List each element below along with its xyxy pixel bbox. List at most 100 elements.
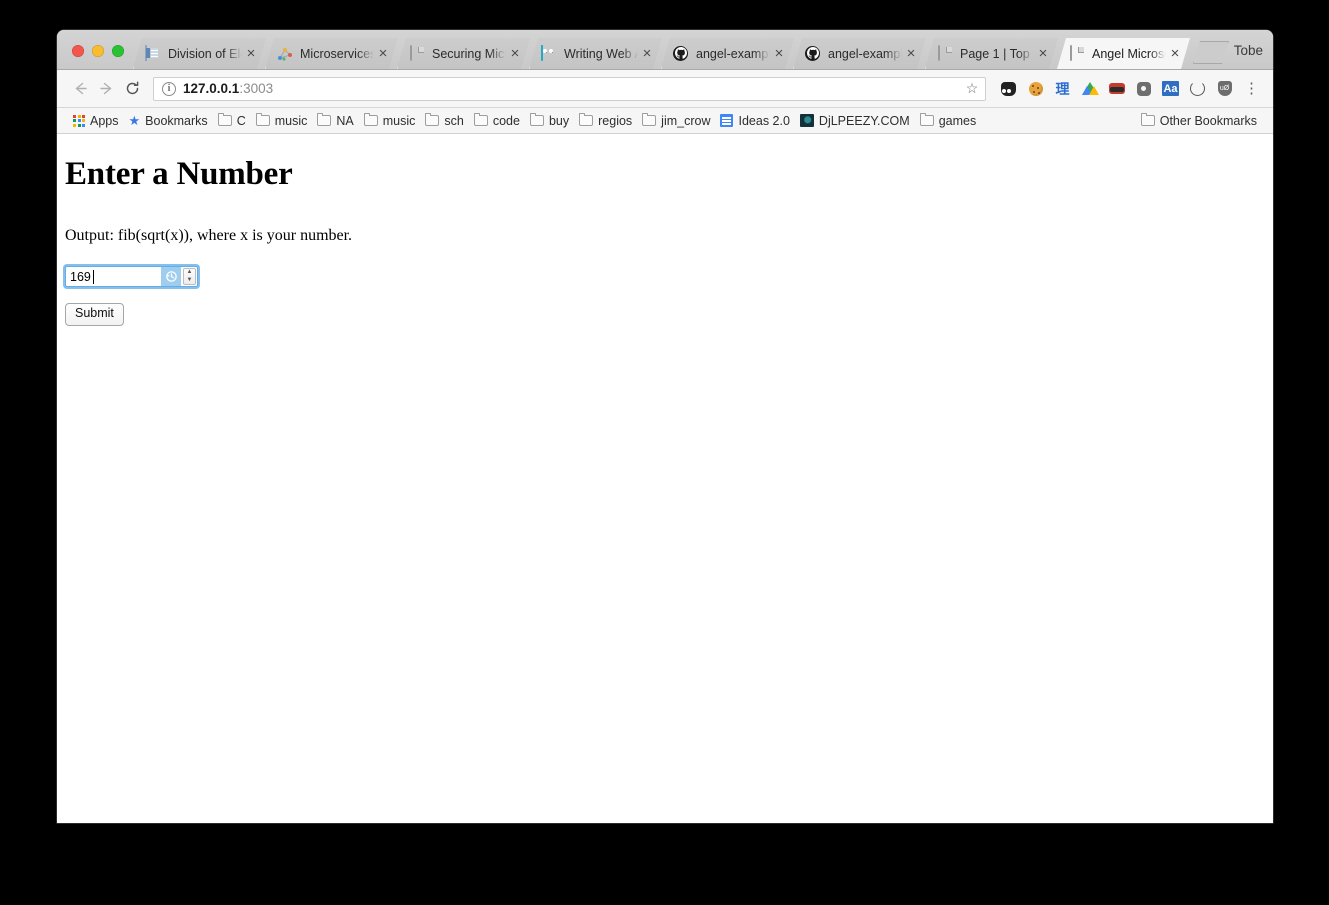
tab-title: Angel Microse <box>1092 46 1166 61</box>
tab-close-icon[interactable]: × <box>1168 46 1182 61</box>
browser-tab[interactable]: Securing Micr × <box>397 38 530 69</box>
folder-icon <box>1140 113 1155 126</box>
tab-title: Writing Web A <box>564 46 638 61</box>
submit-button[interactable]: Submit <box>65 303 124 326</box>
bookmark-folder-code[interactable]: code <box>470 112 526 130</box>
folder-icon <box>363 113 378 126</box>
autofill-history-icon[interactable] <box>161 267 181 286</box>
browser-menu-icon[interactable]: ⋮ <box>1238 76 1265 102</box>
bookmark-folder-c[interactable]: C <box>214 112 252 130</box>
tab-title: Division of Ele <box>168 46 242 61</box>
minimize-window-button[interactable] <box>92 45 104 57</box>
masked-extension-icon[interactable] <box>1103 76 1130 102</box>
tab-close-icon[interactable]: × <box>376 46 390 61</box>
bookmark-label: Other Bookmarks <box>1159 113 1257 128</box>
bookmark-ideas[interactable]: Ideas 2.0 <box>716 112 795 130</box>
number-spinner[interactable]: ▲ ▼ <box>183 268 196 285</box>
gear-extension-icon[interactable] <box>1130 76 1157 102</box>
bookmark-folder-buy[interactable]: buy <box>526 112 575 130</box>
tab-title: Securing Micr <box>432 46 506 61</box>
chinese-character-extension-icon[interactable]: 理 <box>1049 76 1076 102</box>
tab-close-icon[interactable]: × <box>1036 46 1050 61</box>
maximize-window-button[interactable] <box>112 45 124 57</box>
document-icon <box>1069 46 1085 62</box>
close-window-button[interactable] <box>72 45 84 57</box>
folder-icon <box>529 113 544 126</box>
google-drive-icon[interactable] <box>1076 76 1103 102</box>
browser-tab[interactable]: angel-exampl × <box>661 38 794 69</box>
browser-tab[interactable]: Page 1 | Top D × <box>925 38 1058 69</box>
url-host: 127.0.0.1 <box>183 81 240 96</box>
document-icon <box>409 46 425 62</box>
bookmark-djlpeezy[interactable]: DjLPEEZY.COM <box>796 112 916 130</box>
shield-extension-icon[interactable]: uØ <box>1211 76 1238 102</box>
refresh-circle-extension-icon[interactable] <box>1184 76 1211 102</box>
page-content: Enter a Number Output: fib(sqrt(x)), whe… <box>57 134 1273 823</box>
bookmark-bookmarks[interactable]: ★ Bookmarks <box>125 112 214 130</box>
bookmark-label: buy <box>548 113 570 128</box>
tab-close-icon[interactable]: × <box>904 46 918 61</box>
bookmark-folder-games[interactable]: games <box>916 112 983 130</box>
browser-tab[interactable]: Writing Web A × <box>529 38 662 69</box>
browser-toolbar: i 127.0.0.1:3003 ☆ 理 Aa uØ ⋮ <box>57 70 1273 108</box>
tab-close-icon[interactable]: × <box>244 46 258 61</box>
apps-grid-icon <box>73 114 85 127</box>
folder-icon <box>579 113 594 126</box>
bookmark-label: C <box>236 113 246 128</box>
tab-close-icon[interactable]: × <box>772 46 786 61</box>
graph-icon <box>277 46 293 62</box>
bookmark-label: music <box>274 113 308 128</box>
folder-icon <box>425 113 440 126</box>
bookmark-label: NA <box>336 113 354 128</box>
bookmark-label: Ideas 2.0 <box>738 113 790 128</box>
address-bar-url: 127.0.0.1:3003 <box>183 81 961 96</box>
folder-icon <box>473 113 488 126</box>
tab-close-icon[interactable]: × <box>508 46 522 61</box>
bookmark-label: Bookmarks <box>145 113 208 128</box>
reload-icon[interactable] <box>119 76 145 102</box>
bookmark-folder-sch[interactable]: sch <box>421 112 469 130</box>
number-input-wrapper[interactable]: ▲ ▼ <box>65 266 198 287</box>
bookmark-star-icon[interactable]: ☆ <box>961 80 983 97</box>
tab-title: Page 1 | Top D <box>960 46 1030 61</box>
bookmark-folder-regios[interactable]: regios <box>575 112 638 130</box>
bookmark-folder-jim-crow[interactable]: jim_crow <box>638 112 716 130</box>
browser-tab-active[interactable]: Angel Microse × <box>1057 38 1190 69</box>
face-extension-icon[interactable] <box>995 76 1022 102</box>
bookmark-label: DjLPEEZY.COM <box>818 113 910 128</box>
bookmark-label: code <box>492 113 520 128</box>
page-title: Enter a Number <box>65 156 293 192</box>
bookmark-apps[interactable]: Apps <box>69 112 125 130</box>
folder-icon <box>255 113 270 126</box>
star-icon: ★ <box>128 113 141 128</box>
spinner-down-icon[interactable]: ▼ <box>187 277 193 283</box>
bookmark-folder-music-2[interactable]: music <box>360 112 422 130</box>
browser-tab[interactable]: Division of Ele × <box>133 38 266 69</box>
address-bar[interactable]: i 127.0.0.1:3003 ☆ <box>153 76 986 101</box>
document-icon <box>937 46 953 62</box>
browser-window: Division of Ele × Microservices × Securi… <box>57 30 1273 823</box>
folder-icon <box>317 113 332 126</box>
bookmark-label: regios <box>598 113 633 128</box>
browser-tab[interactable]: angel-exampl × <box>793 38 926 69</box>
tab-close-icon[interactable]: × <box>640 46 654 61</box>
bookmark-folder-na[interactable]: NA <box>313 112 359 130</box>
back-icon[interactable] <box>67 76 93 102</box>
cookie-extension-icon[interactable] <box>1022 76 1049 102</box>
bookmark-label: jim_crow <box>661 113 711 128</box>
google-docs-icon <box>720 114 734 127</box>
tab-title: angel-exampl <box>696 46 770 61</box>
bookmark-other-bookmarks[interactable]: Other Bookmarks <box>1137 112 1263 130</box>
forward-icon[interactable] <box>93 76 119 102</box>
tab-strip: Division of Ele × Microservices × Securi… <box>57 30 1273 70</box>
tab-list: Division of Ele × Microservices × Securi… <box>133 30 1224 69</box>
browser-tab[interactable]: Microservices × <box>265 38 398 69</box>
bookmark-label: music <box>382 113 416 128</box>
font-size-extension-icon[interactable]: Aa <box>1157 76 1184 102</box>
spinner-up-icon[interactable]: ▲ <box>187 269 193 275</box>
profile-name-label[interactable]: Tobe <box>1224 43 1273 69</box>
bookmark-folder-music[interactable]: music <box>252 112 314 130</box>
site-info-icon[interactable]: i <box>162 81 176 96</box>
folder-icon <box>642 113 657 126</box>
bookmark-label: games <box>938 113 977 128</box>
